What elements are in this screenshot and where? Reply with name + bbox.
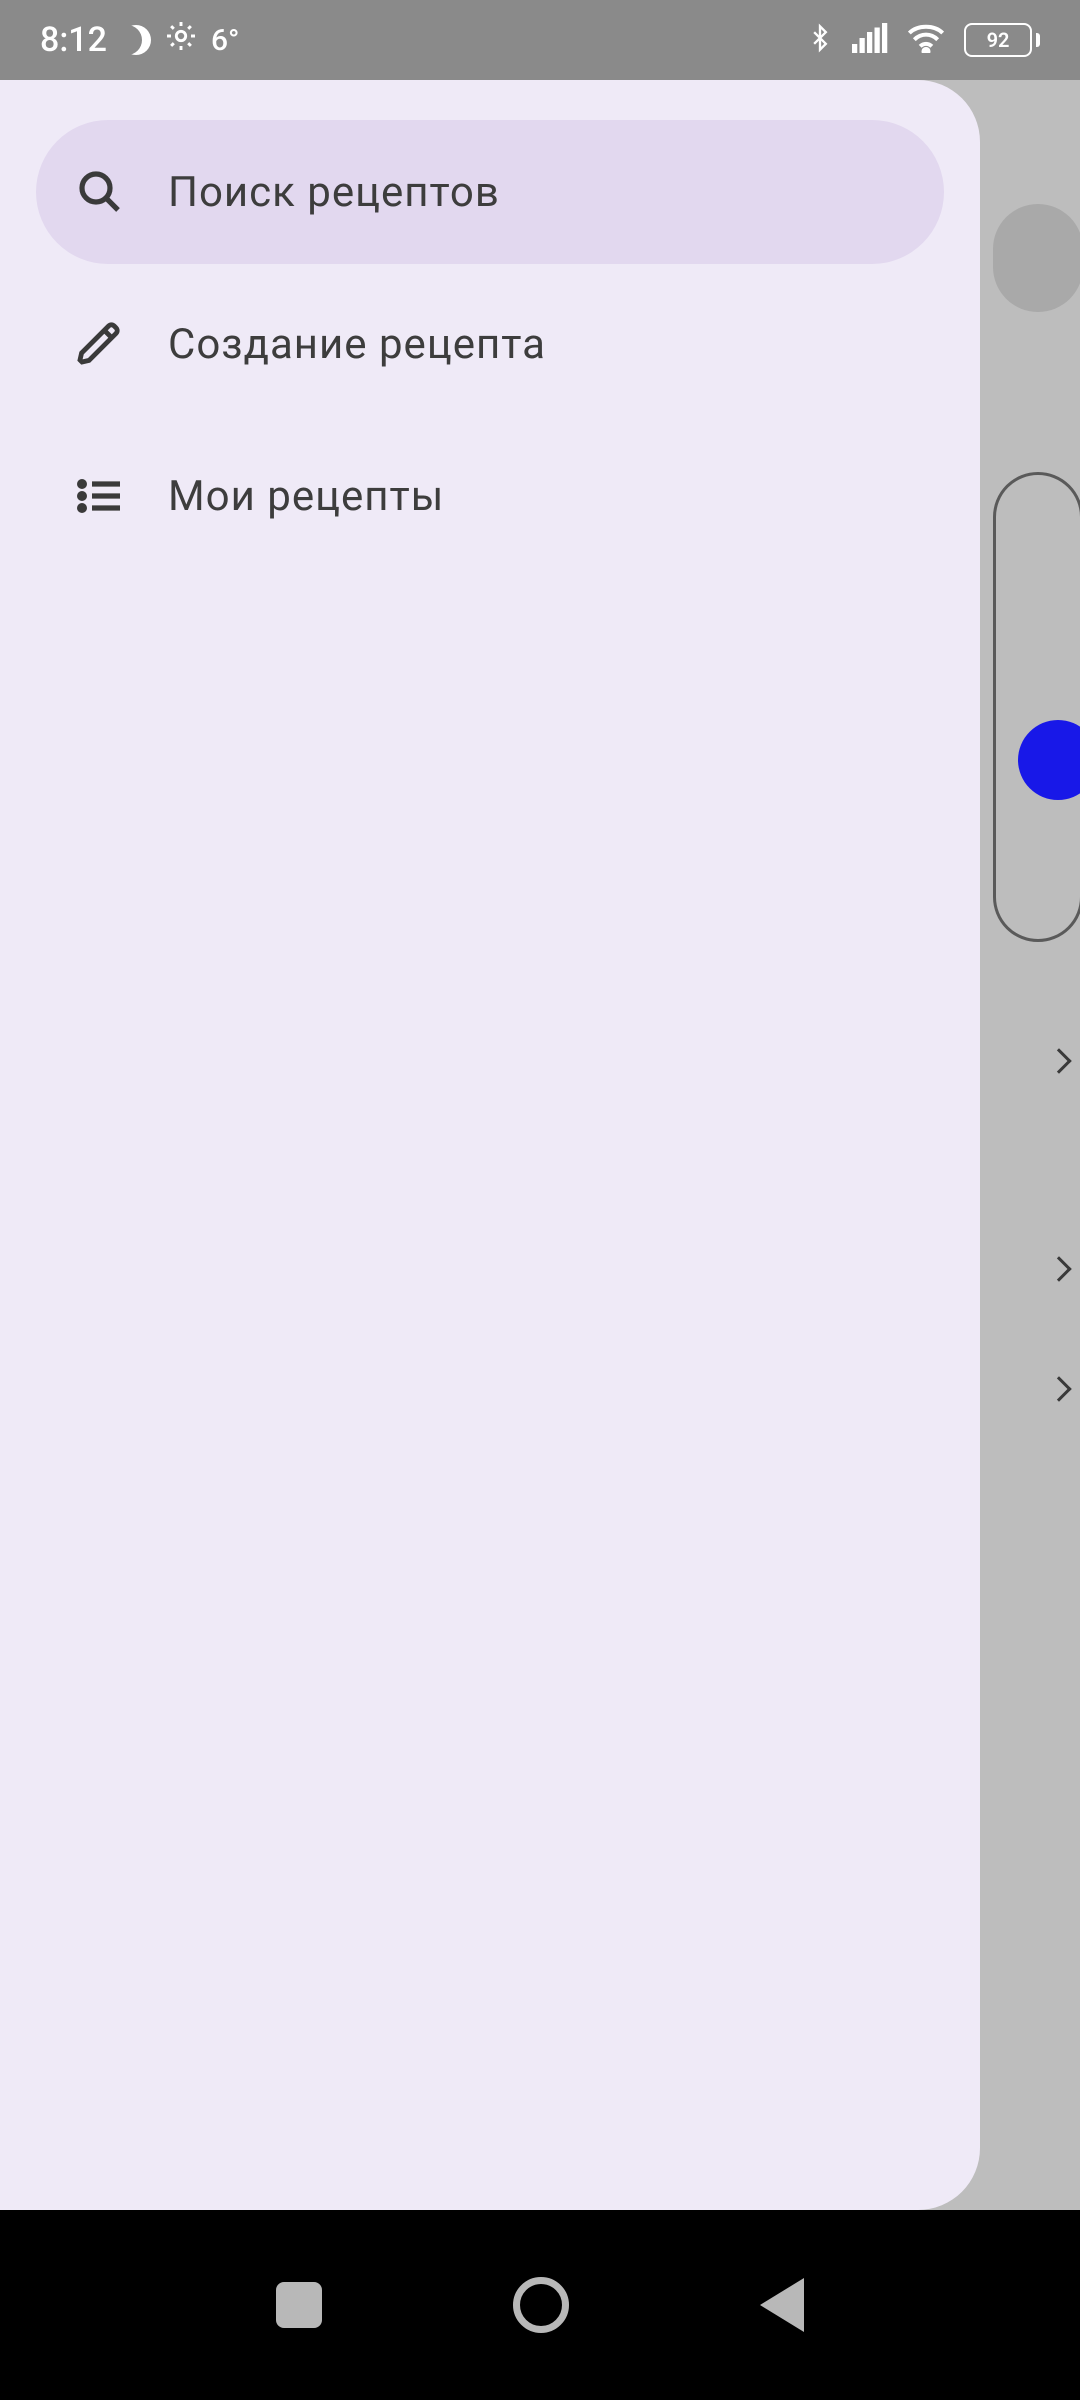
drawer-item-search-recipes[interactable]: Поиск рецептов bbox=[36, 120, 944, 264]
search-icon bbox=[76, 168, 124, 216]
battery-level: 92 bbox=[964, 23, 1032, 57]
nav-home-button[interactable] bbox=[513, 2277, 569, 2333]
signal-icon bbox=[852, 23, 888, 57]
background-card-peek bbox=[993, 472, 1080, 942]
moon-icon bbox=[121, 25, 151, 55]
gear-icon bbox=[165, 20, 197, 61]
wifi-icon bbox=[906, 23, 946, 57]
bluetooth-icon bbox=[806, 21, 834, 59]
drawer-item-label: Мои рецепты bbox=[168, 472, 444, 521]
status-right: 92 bbox=[806, 21, 1040, 59]
battery-icon: 92 bbox=[964, 23, 1040, 57]
drawer-item-label: Создание рецепта bbox=[168, 320, 546, 369]
drawer-item-create-recipe[interactable]: Создание рецепта bbox=[36, 272, 944, 416]
chevron-right-icon bbox=[1046, 1256, 1071, 1281]
drawer-item-label: Поиск рецептов bbox=[168, 168, 500, 217]
nav-recent-button[interactable] bbox=[276, 2282, 322, 2328]
list-icon bbox=[76, 472, 124, 520]
chevron-right-icon bbox=[1046, 1376, 1071, 1401]
chevron-right-icon bbox=[1046, 1048, 1071, 1073]
status-temperature: 6° bbox=[211, 23, 240, 58]
edit-icon bbox=[76, 320, 124, 368]
background-header-peek bbox=[993, 204, 1080, 312]
status-time: 8:12 bbox=[40, 20, 107, 60]
nav-back-button[interactable] bbox=[760, 2278, 804, 2332]
status-left: 8:12 6° bbox=[40, 20, 239, 61]
status-bar: 8:12 6° bbox=[0, 0, 1080, 80]
drawer-item-my-recipes[interactable]: Мои рецепты bbox=[36, 424, 944, 568]
system-nav-bar bbox=[0, 2210, 1080, 2400]
nav-drawer[interactable]: Поиск рецептов Создание рецепта Мои реце… bbox=[0, 80, 980, 2210]
